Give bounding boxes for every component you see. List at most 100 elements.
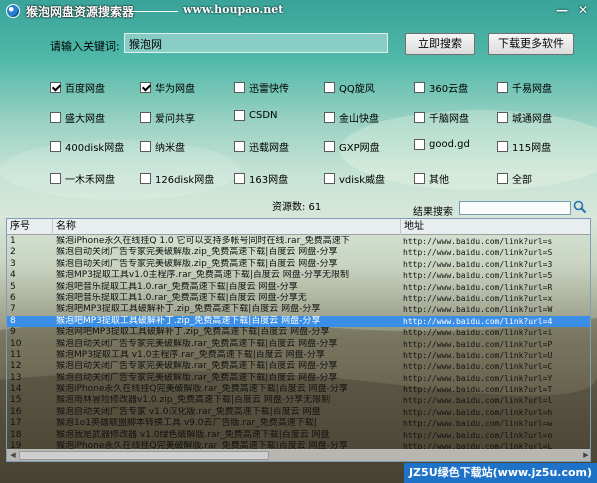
- checkbox-empty-icon[interactable]: [497, 173, 508, 184]
- source-checkbox[interactable]: 一木禾网盘: [50, 171, 115, 186]
- source-checkbox[interactable]: good.gd: [414, 139, 470, 150]
- table-row[interactable]: 15 猴泡雨林冒险修改器v1.0.zip_免费高速下载|百度云 网盘-分享无限制 h…: [7, 395, 590, 406]
- horizontal-scrollbar[interactable]: ◀ ▶: [7, 449, 590, 461]
- results-table: 序号 名称 地址 1 猴泡iPhone永久在线挂Q 1.0 它可以支持多帐号同时在…: [6, 218, 591, 462]
- source-checkbox[interactable]: 千脑网盘: [414, 110, 469, 125]
- checkbox-empty-icon[interactable]: [324, 173, 335, 184]
- table-row[interactable]: 14 猴泡iPhone永久在线挂Q完美破解版.rar_免费高速下载|百度云 网盘-…: [7, 384, 590, 395]
- scroll-left-icon[interactable]: ◀: [8, 451, 18, 460]
- more-software-button[interactable]: 下载更多软件: [488, 33, 574, 55]
- checkbox-checked-icon[interactable]: [140, 82, 151, 93]
- checkbox-empty-icon[interactable]: [50, 112, 61, 123]
- source-label: 金山快盘: [339, 114, 379, 125]
- row-url: http://www.baidu.com/link?url=h: [403, 407, 553, 417]
- source-checkbox[interactable]: 其他: [414, 171, 449, 186]
- source-label: 115网盘: [512, 143, 552, 154]
- keyword-input[interactable]: 猴泡网: [124, 33, 388, 53]
- source-checkbox[interactable]: 126disk网盘: [140, 171, 214, 186]
- source-checkbox[interactable]: vdisk威盘: [324, 171, 385, 186]
- row-name: 猴泡自动关闭广告专家完美破解版.rar_免费高速下载|百度云 网盘-分享: [56, 338, 338, 349]
- table-row[interactable]: 12 猴泡自动关闭广告专家完美破解版.rar_免费高速下载|百度云 网盘-分享 ht…: [7, 361, 590, 372]
- source-label: QQ旋风: [339, 84, 375, 95]
- row-name: 猴泡1o1英雄联盟脚本转换工具 v9.0去广告版.rar_免费高速下载|: [56, 418, 317, 429]
- source-checkbox[interactable]: 爱问共享: [140, 110, 195, 125]
- source-checkbox[interactable]: 360云盘: [414, 80, 468, 95]
- source-checkbox[interactable]: 115网盘: [497, 139, 551, 154]
- table-row[interactable]: 7 猴泡吧MP3提取工具破解补丁.zip_免费高速下载|百度云 网盘-分享 http…: [7, 304, 590, 315]
- minimize-button[interactable]: —: [553, 2, 571, 18]
- checkbox-empty-icon[interactable]: [497, 141, 508, 152]
- checkbox-empty-icon[interactable]: [50, 173, 61, 184]
- checkbox-empty-icon[interactable]: [234, 110, 245, 121]
- source-checkbox[interactable]: GXP网盘: [324, 139, 380, 154]
- table-header: 序号 名称 地址: [7, 219, 590, 235]
- scroll-thumb[interactable]: [19, 451, 269, 460]
- source-checkbox[interactable]: 城通网盘: [497, 110, 552, 125]
- table-row[interactable]: 13 猴泡自动关闭广告专家完美破解版.rar_免费高速下载|百度云 网盘-分享 ht…: [7, 373, 590, 384]
- source-label: good.gd: [429, 139, 470, 150]
- source-checkbox[interactable]: 华为网盘: [140, 80, 195, 95]
- row-name: 猴泡iPhone永久在线挂Q完美破解版.rar_免费高速下载|百度云 网盘-分享: [56, 384, 348, 395]
- source-label: 360云盘: [429, 84, 469, 95]
- row-name: 猴泡吧MP3提取工具破解补丁.zip_免费高速下载|百度云 网盘-分享: [56, 304, 321, 315]
- table-row[interactable]: 11 猴泡MP3提取工具 v1.0主程序.rar_免费高速下载|百度云 网盘-分享…: [7, 350, 590, 361]
- header-url[interactable]: 地址: [401, 219, 590, 235]
- table-row[interactable]: 8 猴泡吧MP3提取工具破解补丁.zip_免费高速下载|百度云 网盘-分享 http…: [7, 315, 590, 328]
- checkbox-checked-icon[interactable]: [50, 82, 61, 93]
- checkbox-empty-icon[interactable]: [497, 82, 508, 93]
- source-checkbox[interactable]: QQ旋风: [324, 80, 375, 95]
- source-checkbox[interactable]: 全部: [497, 171, 532, 186]
- source-label: GXP网盘: [339, 143, 380, 154]
- scroll-right-icon[interactable]: ▶: [581, 451, 590, 460]
- checkbox-empty-icon[interactable]: [414, 139, 425, 150]
- checkbox-empty-icon[interactable]: [324, 141, 335, 152]
- checkbox-empty-icon[interactable]: [140, 141, 151, 152]
- checkbox-empty-icon[interactable]: [497, 112, 508, 123]
- table-row[interactable]: 9 猴泡网吧MP3提取工具破解补丁.zip_免费高速下载|百度云 网盘-分享 htt…: [7, 327, 590, 338]
- checkbox-empty-icon[interactable]: [140, 112, 151, 123]
- close-button[interactable]: ✕: [574, 2, 592, 18]
- row-num: 14: [10, 384, 22, 395]
- source-checkbox[interactable]: 迅雷快传: [234, 80, 289, 95]
- checkbox-empty-icon[interactable]: [414, 82, 425, 93]
- checkbox-empty-icon[interactable]: [324, 82, 335, 93]
- checkbox-empty-icon[interactable]: [414, 112, 425, 123]
- row-name: 猴泡MP3提取工具v1.0主程序.rar_免费高速下载|百度云 网盘-分享无限制: [56, 270, 349, 281]
- header-name[interactable]: 名称: [53, 219, 401, 235]
- source-checkbox[interactable]: 400disk网盘: [50, 139, 124, 154]
- table-row[interactable]: 16 猴泡自动关闭广告专家 v1.0汉化版.rar_免费高速下载|百度云 网盘 ht…: [7, 407, 590, 418]
- source-checkbox[interactable]: 金山快盘: [324, 110, 379, 125]
- checkbox-empty-icon[interactable]: [140, 173, 151, 184]
- header-num[interactable]: 序号: [7, 219, 53, 235]
- source-checkbox[interactable]: 百度网盘: [50, 80, 105, 95]
- checkbox-empty-icon[interactable]: [324, 112, 335, 123]
- checkbox-empty-icon[interactable]: [50, 141, 61, 152]
- checkbox-empty-icon[interactable]: [234, 141, 245, 152]
- table-row[interactable]: 10 猴泡自动关闭广告专家完美破解版.rar_免费高速下载|百度云 网盘-分享 ht…: [7, 338, 590, 350]
- search-icon[interactable]: [573, 200, 587, 214]
- source-checkbox[interactable]: 千易网盘: [497, 80, 552, 95]
- source-label: 千脑网盘: [429, 114, 469, 125]
- source-checkbox[interactable]: CSDN: [234, 110, 278, 121]
- table-row[interactable]: 3 猴泡自动关闭广告专家完美破解版.zip_免费高速下载|百度云 网盘-分享 htt…: [7, 258, 590, 270]
- checkbox-empty-icon[interactable]: [414, 173, 425, 184]
- row-name: 猴泡自动关闭广告专家完美破解版.zip_免费高速下载|百度云 网盘-分享: [56, 258, 338, 269]
- row-url: http://www.baidu.com/link?url=U: [403, 350, 553, 360]
- table-row[interactable]: 6 猴泡吧音乐提取工具1.0.rar_免费高速下载|百度云 网盘-分享无 http:…: [7, 293, 590, 304]
- table-row[interactable]: 4 猴泡MP3提取工具v1.0主程序.rar_免费高速下载|百度云 网盘-分享无限…: [7, 270, 590, 281]
- source-checkbox[interactable]: 纳米盘: [140, 139, 185, 154]
- result-search-input[interactable]: [459, 201, 571, 215]
- table-row[interactable]: 18 猴泡我是武器修改器 v1.0绿色破解版.rar_免费高速下载|百度云 网盘 h…: [7, 430, 590, 441]
- table-row[interactable]: 1 猴泡iPhone永久在线挂Q 1.0 它可以支持多帐号同时在线.rar_免费高…: [7, 236, 590, 247]
- checkbox-empty-icon[interactable]: [234, 173, 245, 184]
- source-checkbox[interactable]: 163网盘: [234, 171, 288, 186]
- source-label: 千易网盘: [512, 84, 552, 95]
- table-row[interactable]: 5 猴泡吧音乐提取工具1.0.rar_免费高速下载|百度云 网盘-分享 http:/…: [7, 282, 590, 293]
- table-row[interactable]: 17 猴泡1o1英雄联盟脚本转换工具 v9.0去广告版.rar_免费高速下载| ht…: [7, 418, 590, 429]
- source-checkbox[interactable]: 盛大网盘: [50, 110, 105, 125]
- result-search-label: 结果搜索: [413, 207, 453, 218]
- source-checkbox[interactable]: 迅载网盘: [234, 139, 289, 154]
- table-row[interactable]: 2 猴泡自动关闭广告专家完美破解版.zip_免费高速下载|百度云 网盘-分享 htt…: [7, 247, 590, 258]
- search-button[interactable]: 立即搜索: [405, 33, 475, 55]
- checkbox-empty-icon[interactable]: [234, 82, 245, 93]
